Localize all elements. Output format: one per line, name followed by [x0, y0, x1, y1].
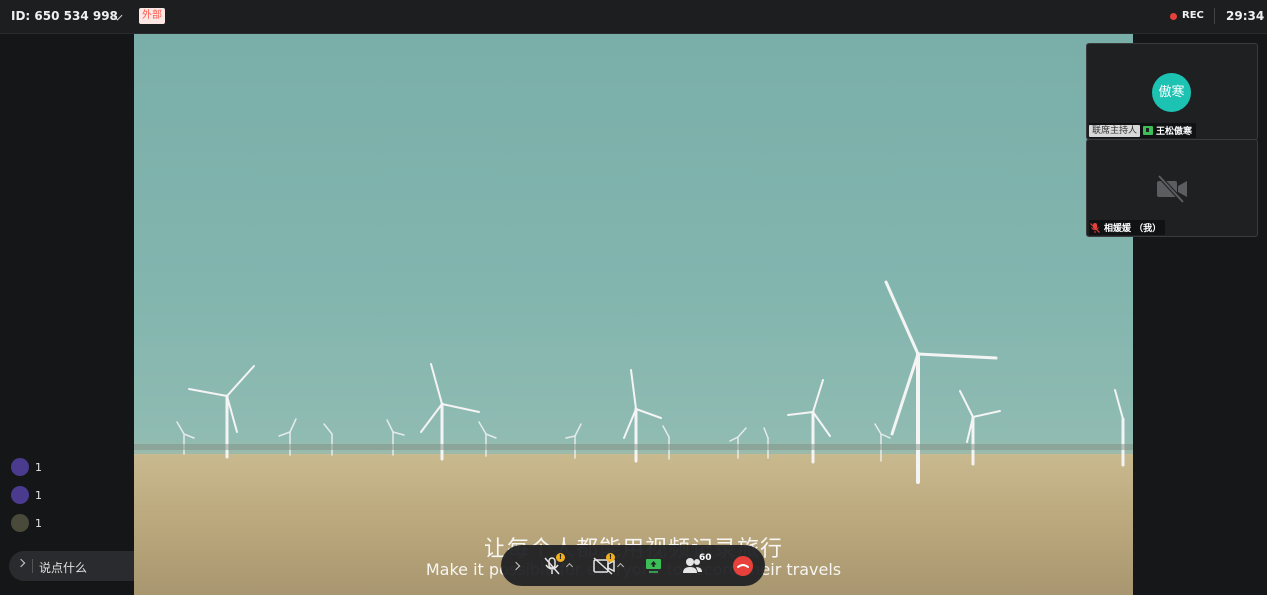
mic-options-caret[interactable]: [565, 562, 574, 571]
mic-warning-badge: !: [556, 553, 565, 562]
left-column: [0, 34, 134, 595]
reaction-item: 1: [11, 458, 42, 476]
phone-hangup-icon: [737, 564, 749, 568]
avatar: 傲寒: [1152, 73, 1191, 112]
shared-video[interactable]: 让每个人都能用视频记录旅行 Make it possible for every…: [134, 34, 1133, 595]
camera-options-caret[interactable]: [616, 562, 625, 571]
avatar: [11, 514, 29, 532]
avatar: [11, 486, 29, 504]
camera-off-icon: [1157, 174, 1187, 204]
participant-name-strip: 联席主持人 王松傲寒: [1089, 123, 1197, 138]
meeting-timer: 29:34: [1226, 9, 1265, 23]
reaction-item: 1: [11, 514, 42, 532]
participant-name: 王松傲寒: [1156, 127, 1193, 137]
divider: [32, 559, 33, 573]
camera-warning-badge: !: [606, 553, 615, 562]
participant-name: 相媛媛 （我）: [1104, 224, 1162, 234]
reaction-count: 1: [35, 516, 42, 530]
chat-placeholder[interactable]: 说点什么: [39, 559, 87, 576]
chevron-right-icon: [511, 561, 521, 570]
top-bar: ID: 650 534 998 外部 REC 29:34: [0, 0, 1267, 34]
co-host-badge: 联席主持人: [1089, 124, 1141, 137]
reaction-count: 1: [35, 488, 42, 502]
participant-name-strip: 相媛媛 （我）: [1089, 220, 1166, 235]
participant-tile-self[interactable]: 相媛媛 （我）: [1086, 139, 1258, 237]
avatar: [11, 458, 29, 476]
wind-turbines-image: [134, 280, 1133, 484]
reaction-item: 1: [11, 486, 42, 504]
screen-share-icon: [1143, 126, 1154, 135]
participants-count: 60: [699, 553, 712, 563]
mic-muted-icon: [1090, 222, 1100, 233]
chevron-right-icon[interactable]: [16, 558, 26, 568]
reaction-count: 1: [35, 460, 42, 474]
expand-toolbar-button[interactable]: [509, 545, 523, 586]
share-screen-icon[interactable]: [645, 558, 662, 573]
divider: [1214, 8, 1215, 24]
hang-up-button[interactable]: [733, 556, 753, 576]
participant-tile-host[interactable]: 傲寒 联席主持人 王松傲寒: [1086, 43, 1258, 140]
external-badge: 外部: [139, 8, 165, 24]
record-dot-icon: [1170, 13, 1177, 20]
meeting-control-bar: ! ! 60: [501, 545, 765, 586]
meeting-id[interactable]: ID: 650 534 998: [11, 9, 118, 23]
rec-label[interactable]: REC: [1182, 10, 1204, 21]
